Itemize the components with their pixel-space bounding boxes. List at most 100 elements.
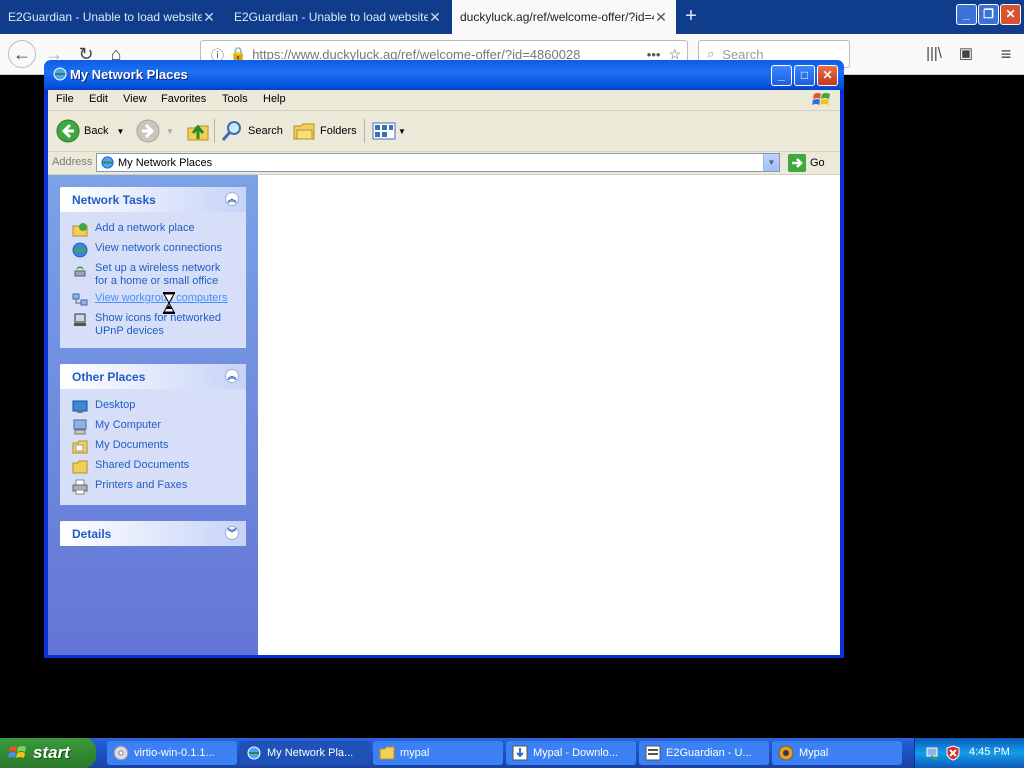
- menu-edit[interactable]: Edit: [89, 93, 108, 105]
- clock: 4:45 PM: [969, 746, 1010, 758]
- menu-tools[interactable]: Tools: [222, 93, 248, 105]
- folder-content-area[interactable]: [258, 175, 840, 655]
- panel-header[interactable]: Details ︾: [60, 521, 246, 546]
- search-button[interactable]: Search: [220, 117, 283, 145]
- close-icon[interactable]: ✕: [654, 9, 668, 26]
- place-shared-documents[interactable]: Shared Documents: [72, 459, 235, 475]
- views-icon: [372, 122, 396, 140]
- place-label: My Computer: [95, 419, 162, 431]
- menu-view[interactable]: View: [123, 93, 147, 105]
- browser-tab-active[interactable]: duckyluck.ag/ref/welcome-offer/?id=4 ✕: [452, 0, 676, 34]
- upnp-devices-icon: [74, 313, 86, 326]
- menu-help[interactable]: Help: [263, 93, 286, 105]
- chevron-down-icon[interactable]: ▼: [398, 127, 406, 136]
- task-show-upnp-icons[interactable]: Show icons for networked UPnP devices: [72, 312, 235, 338]
- hamburger-menu-icon[interactable]: ≡: [994, 42, 1018, 66]
- task-label: Add a network place: [95, 222, 195, 234]
- toolbar-separator: [364, 119, 365, 143]
- security-shield-icon[interactable]: [945, 745, 961, 761]
- back-arrow-icon[interactable]: ←: [8, 40, 36, 68]
- folders-label: Folders: [320, 125, 357, 137]
- taskbar: start virtio-win-0.1.1... My Network Pla…: [0, 738, 1024, 768]
- task-label: Set up a wireless network for a home or …: [95, 262, 221, 287]
- folders-button[interactable]: Folders: [292, 117, 357, 145]
- place-desktop[interactable]: Desktop: [72, 399, 235, 415]
- shared-documents-icon: [72, 460, 88, 474]
- library-icon[interactable]: |||\: [922, 42, 946, 66]
- task-add-network-place[interactable]: Add a network place: [72, 222, 235, 238]
- window-title: My Network Places: [70, 67, 188, 82]
- tab-title: duckyluck.ag/ref/welcome-offer/?id=4: [460, 10, 654, 24]
- taskbar-button[interactable]: mypal: [373, 741, 503, 765]
- network-tasks-panel: Network Tasks ︽ Add a network place View…: [60, 187, 246, 348]
- up-folder-button[interactable]: [186, 117, 210, 145]
- task-setup-wireless-network[interactable]: Set up a wireless network for a home or …: [72, 262, 235, 288]
- task-view-workgroup-computers[interactable]: View workgroup computers: [72, 292, 235, 308]
- chevron-down-icon[interactable]: ▼: [763, 154, 779, 171]
- close-button[interactable]: ✕: [817, 65, 838, 86]
- network-tray-icon[interactable]: [925, 745, 941, 761]
- close-icon[interactable]: ✕: [202, 9, 216, 26]
- toolbar-separator: [214, 119, 215, 143]
- forward-button[interactable]: ▼: [136, 117, 174, 145]
- my-computer-icon: [73, 419, 87, 435]
- browser-tab[interactable]: E2Guardian - Unable to load website ✕: [0, 0, 224, 34]
- close-button[interactable]: ✕: [1000, 4, 1021, 25]
- menu-file[interactable]: File: [56, 93, 74, 105]
- place-label: My Documents: [95, 439, 169, 451]
- start-button[interactable]: start: [0, 738, 96, 768]
- restore-button[interactable]: ❐: [978, 4, 999, 25]
- cd-icon: [113, 745, 129, 761]
- panel-title: Network Tasks: [72, 193, 156, 207]
- taskbar-button[interactable]: E2Guardian - U...: [639, 741, 769, 765]
- printers-faxes-icon: [72, 479, 88, 495]
- place-my-computer[interactable]: My Computer: [72, 419, 235, 435]
- chevron-down-icon[interactable]: ▼: [166, 127, 174, 136]
- up-folder-icon: [187, 124, 209, 141]
- panel-title: Details: [72, 527, 112, 541]
- go-button[interactable]: Go: [788, 154, 825, 172]
- task-view-network-connections[interactable]: View network connections: [72, 242, 235, 258]
- taskbar-button[interactable]: virtio-win-0.1.1...: [107, 741, 237, 765]
- close-icon[interactable]: ✕: [428, 9, 442, 26]
- taskbar-label: My Network Pla...: [267, 747, 354, 759]
- collapse-chevron-icon[interactable]: ︽: [225, 192, 239, 206]
- back-label: Back: [84, 125, 109, 137]
- address-field[interactable]: My Network Places ▼: [96, 153, 780, 172]
- new-tab-button[interactable]: +: [678, 4, 704, 30]
- go-arrow-icon: [788, 154, 806, 172]
- browser-tab[interactable]: E2Guardian - Unable to load website ✕: [226, 0, 450, 34]
- place-printers-and-faxes[interactable]: Printers and Faxes: [72, 479, 235, 495]
- minimize-button[interactable]: _: [771, 65, 792, 86]
- sidebar-icon[interactable]: ▣: [954, 42, 978, 66]
- network-connections-icon: [72, 242, 88, 258]
- menu-favorites[interactable]: Favorites: [161, 93, 206, 105]
- menu-bar: File Edit View Favorites Tools Help: [48, 90, 840, 111]
- panel-header[interactable]: Other Places ︽: [60, 364, 246, 389]
- search-label: Search: [248, 125, 283, 137]
- my-documents-icon: [72, 440, 88, 454]
- back-button[interactable]: Back ▼: [56, 117, 124, 145]
- place-my-documents[interactable]: My Documents: [72, 439, 235, 455]
- taskbar-label: Mypal: [799, 747, 829, 759]
- add-network-place-icon: [72, 223, 88, 237]
- chevron-down-icon[interactable]: ▼: [116, 127, 124, 136]
- mypal-icon: [778, 745, 794, 761]
- minimize-button[interactable]: _: [956, 4, 977, 25]
- panel-header[interactable]: Network Tasks ︽: [60, 187, 246, 212]
- taskbar-button[interactable]: Mypal: [772, 741, 902, 765]
- search-icon: [221, 121, 241, 141]
- taskbar-button[interactable]: Mypal - Downlo...: [506, 741, 636, 765]
- maximize-button[interactable]: □: [794, 65, 815, 86]
- collapse-chevron-icon[interactable]: ︽: [225, 369, 239, 383]
- place-label: Printers and Faxes: [95, 479, 188, 491]
- task-label: View network connections: [95, 242, 222, 254]
- browser-tab-bar: E2Guardian - Unable to load website ✕ E2…: [0, 0, 1024, 34]
- expand-chevron-icon[interactable]: ︾: [225, 526, 239, 540]
- address-label: Address: [52, 156, 93, 168]
- place-label: Shared Documents: [95, 459, 190, 471]
- views-button[interactable]: ▼: [372, 117, 406, 145]
- taskbar-button-active[interactable]: My Network Pla...: [240, 741, 370, 765]
- window-title-bar[interactable]: My Network Places _ □ ✕: [44, 60, 844, 90]
- hourglass-cursor-icon: [163, 292, 175, 314]
